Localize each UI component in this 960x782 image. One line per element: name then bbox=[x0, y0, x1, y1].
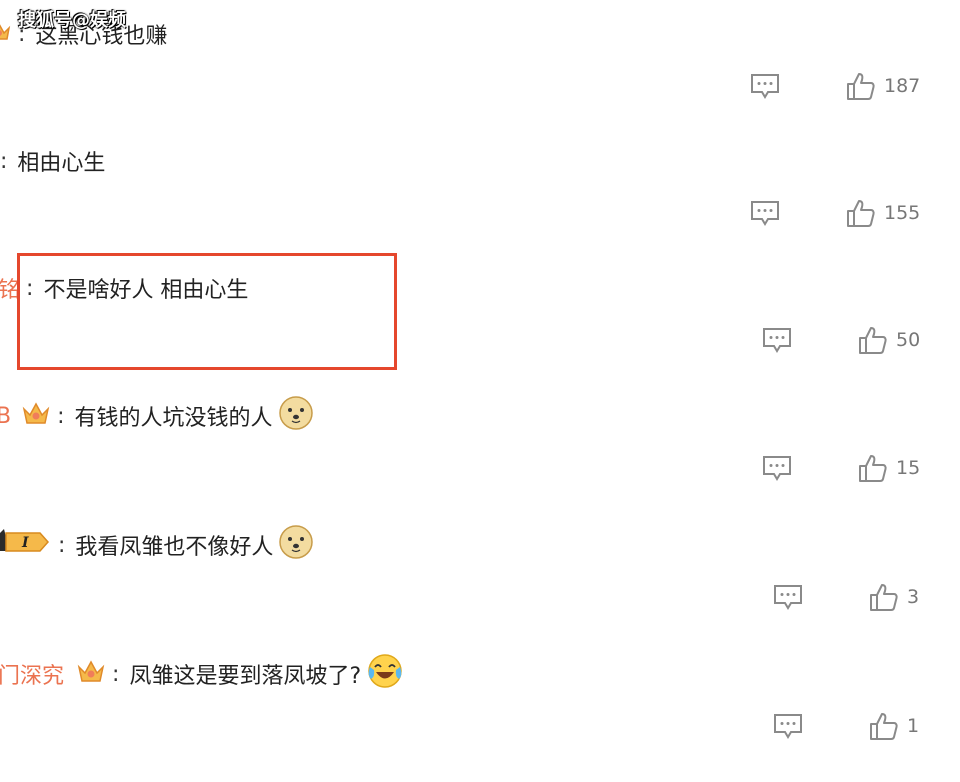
comment-username[interactable]: B bbox=[0, 404, 11, 429]
like-count: 3 bbox=[907, 586, 920, 608]
like-thumb-icon[interactable] bbox=[858, 453, 888, 483]
like-thumb-icon[interactable] bbox=[846, 71, 876, 101]
reply-comment-icon[interactable] bbox=[773, 712, 803, 740]
reply-comment-icon[interactable] bbox=[750, 72, 780, 100]
like-count: 15 bbox=[896, 457, 921, 479]
reply-comment-icon[interactable] bbox=[762, 326, 792, 354]
like-thumb-icon[interactable] bbox=[869, 711, 899, 741]
comment-item: 门深究 : 凤雏这是要到落凤坡了? 1 bbox=[0, 654, 960, 782]
comment-item: : 这黑心钱也赚 187 bbox=[0, 14, 960, 142]
comment-item: I : 我看凤雏也不像好人 3 bbox=[0, 525, 960, 653]
like-count: 155 bbox=[884, 202, 921, 224]
highlight-box bbox=[17, 253, 397, 370]
comment-text: 有钱的人坑没钱的人 bbox=[74, 406, 273, 431]
laugh-cry-emoji-icon bbox=[367, 653, 403, 695]
comment-item: : 相由心生 155 bbox=[0, 141, 960, 269]
crown-badge-icon bbox=[0, 19, 12, 49]
doge-emoji-icon bbox=[278, 396, 313, 436]
separator-colon: : bbox=[58, 532, 66, 558]
like-count: 50 bbox=[896, 329, 921, 351]
comment-text: 相由心生 bbox=[17, 151, 106, 176]
separator-colon: : bbox=[57, 403, 65, 429]
like-count: 1 bbox=[907, 715, 920, 737]
crown-badge-icon bbox=[76, 657, 106, 691]
like-count: 187 bbox=[884, 75, 921, 97]
doge-emoji-icon bbox=[279, 525, 314, 565]
separator-colon: : bbox=[0, 148, 8, 174]
separator-colon: : bbox=[112, 661, 120, 687]
comment-username[interactable]: 门深究 bbox=[0, 658, 64, 690]
watermark: 搜狐号@娱频 bbox=[18, 10, 126, 31]
comment-text: 我看凤雏也不像好人 bbox=[75, 535, 274, 560]
reply-comment-icon[interactable] bbox=[762, 454, 792, 482]
like-thumb-icon[interactable] bbox=[858, 325, 888, 355]
like-thumb-icon[interactable] bbox=[869, 582, 899, 612]
reply-comment-icon[interactable] bbox=[750, 199, 780, 227]
comment-text: 凤雏这是要到落凤坡了? bbox=[129, 664, 362, 689]
crown-badge-icon bbox=[21, 399, 51, 433]
reply-comment-icon[interactable] bbox=[773, 583, 803, 611]
level-badge-icon: I bbox=[0, 529, 52, 561]
svg-text:I: I bbox=[21, 535, 29, 551]
comment-item: B : 有钱的人坑没钱的人 15 bbox=[0, 396, 960, 524]
like-thumb-icon[interactable] bbox=[846, 198, 876, 228]
